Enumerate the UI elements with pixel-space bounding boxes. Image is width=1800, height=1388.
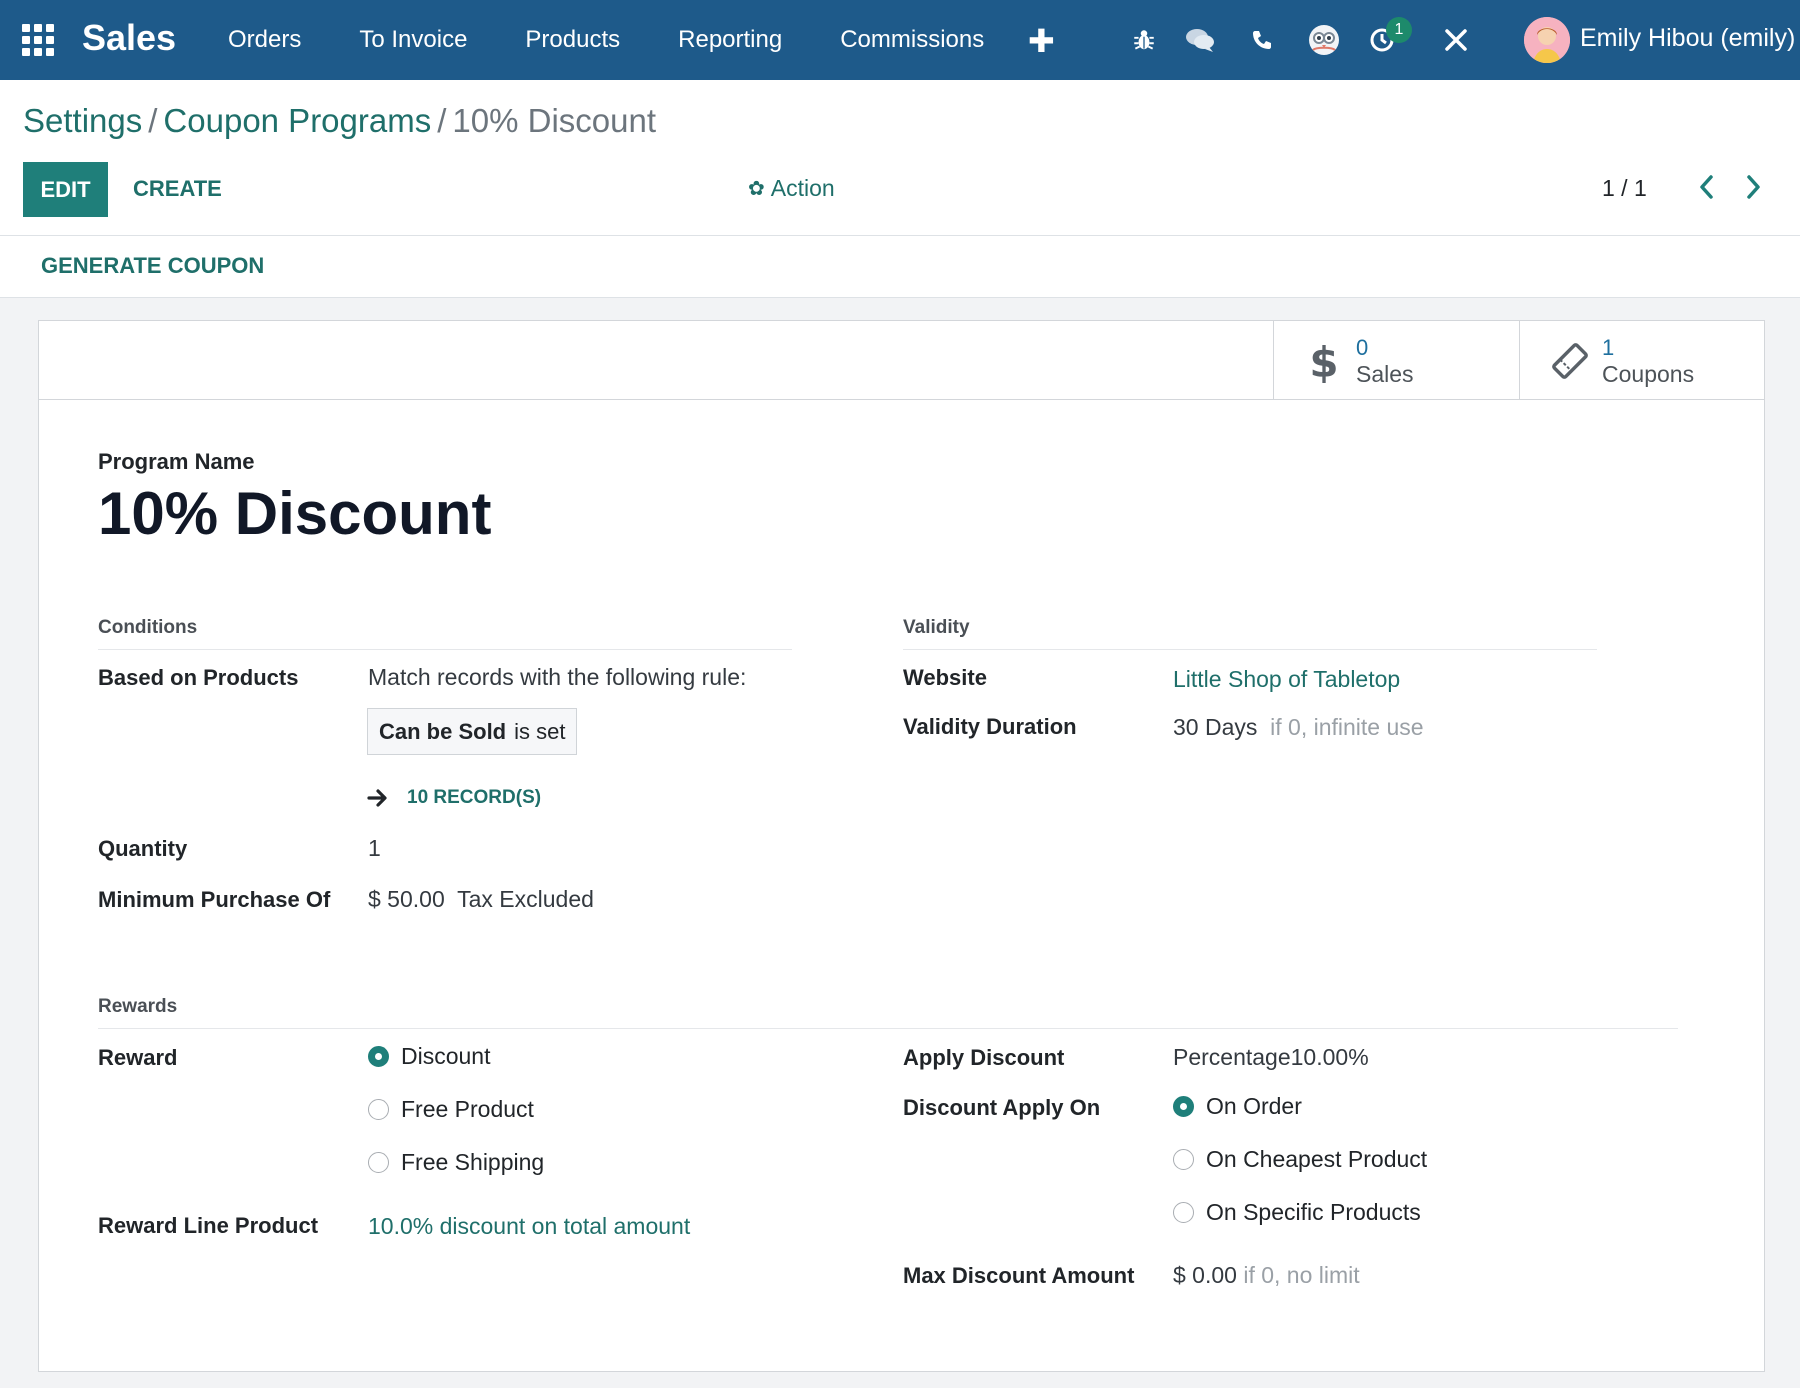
max-discount-amount-value: $ 0.00 if 0, no limit <box>1173 1262 1360 1289</box>
user-avatar[interactable] <box>1524 17 1570 63</box>
quantity-label: Quantity <box>98 836 188 861</box>
apply-discount-label: Apply Discount <box>903 1045 1065 1070</box>
smart-button-box: $ 0 Sales 1 Coupons <box>39 321 1764 400</box>
create-button[interactable]: CREATE <box>133 176 222 202</box>
reward-line-product-label: Reward Line Product <box>98 1213 319 1238</box>
reward-option-free-product[interactable]: Free Product <box>368 1096 534 1123</box>
validity-duration-days: 30 Days <box>1173 714 1258 740</box>
validity-duration-value: 30 Days if 0, infinite use <box>1173 714 1424 741</box>
arrow-right-icon <box>367 789 387 807</box>
breadcrumb-coupon-programs[interactable]: Coupon Programs <box>163 102 431 139</box>
discount-apply-on-label: Discount Apply On <box>903 1095 1101 1120</box>
domain-rule-operator: is set <box>514 718 566 744</box>
coupons-count: 1 <box>1602 335 1615 360</box>
coupons-stat-button[interactable]: 1 Coupons <box>1519 321 1766 400</box>
reward-option-free-shipping[interactable]: Free Shipping <box>368 1149 544 1176</box>
minimum-purchase-label: Minimum Purchase Of <box>98 887 331 912</box>
action-dropdown[interactable]: ✿ Action <box>748 175 835 202</box>
edit-button[interactable]: EDIT <box>23 162 108 217</box>
owl-icon[interactable] <box>1306 22 1342 58</box>
main-menu: Orders To Invoice Products Reporting Com… <box>228 0 1042 80</box>
pager-value[interactable]: 1 / 1 <box>1602 175 1647 202</box>
max-discount-hint: if 0, no limit <box>1243 1262 1360 1288</box>
validity-duration-label: Validity Duration <box>903 714 1077 739</box>
minimum-purchase-amount: $ 50.00 <box>368 886 445 912</box>
coupons-label: Coupons <box>1602 361 1695 387</box>
quantity-value: 1 <box>368 835 381 861</box>
reward-label: Reward <box>98 1045 178 1070</box>
radio-checked-icon[interactable] <box>1173 1096 1194 1117</box>
tax-mode: Tax Excluded <box>457 886 594 912</box>
control-panel: Settings / Coupon Programs/10% Discount ED… <box>0 80 1800 236</box>
form-sheet: $ 0 Sales 1 Coupons Program Name 10% Dis… <box>38 320 1765 1372</box>
plus-icon[interactable]: ✚ <box>1028 22 1055 60</box>
menu-commissions[interactable]: Commissions <box>840 26 984 54</box>
reward-line-product-link[interactable]: 10.0% discount on total amount <box>368 1213 690 1240</box>
validity-duration-hint: if 0, infinite use <box>1270 714 1424 740</box>
sales-stat-button[interactable]: $ 0 Sales <box>1273 321 1520 400</box>
breadcrumb: Settings / Coupon Programs/10% Discount <box>23 102 656 140</box>
menu-products[interactable]: Products <box>525 26 620 54</box>
max-discount-amount: $ 0.00 <box>1173 1262 1237 1288</box>
reward-option-label: Discount <box>401 1043 491 1069</box>
domain-rule-text: Match records with the following rule: <box>368 664 747 690</box>
reward-option-discount[interactable]: Discount <box>368 1043 490 1070</box>
based-on-products-label: Based on Products <box>98 665 299 690</box>
apply-on-order[interactable]: On Order <box>1173 1093 1302 1120</box>
menu-reporting[interactable]: Reporting <box>678 26 782 54</box>
action-label: Action <box>770 175 835 201</box>
website-label: Website <box>903 665 987 690</box>
validity-group-title: Validity <box>903 617 1597 650</box>
apps-grid-icon[interactable] <box>22 24 54 56</box>
apply-on-cheapest-product[interactable]: On Cheapest Product <box>1173 1146 1427 1173</box>
apply-on-option-label: On Specific Products <box>1206 1199 1421 1225</box>
chat-icon[interactable] <box>1182 22 1218 58</box>
menu-orders[interactable]: Orders <box>228 26 301 54</box>
conditions-group-title: Conditions <box>98 617 792 650</box>
program-name-label: Program Name <box>98 449 255 474</box>
website-link[interactable]: Little Shop of Tabletop <box>1173 666 1400 693</box>
user-name[interactable]: Emily Hibou (emily) <box>1580 24 1795 53</box>
activity-count-badge: 1 <box>1386 17 1412 43</box>
ticket-icon <box>1552 343 1588 379</box>
max-discount-amount-label: Max Discount Amount <box>903 1263 1135 1288</box>
reward-option-label: Free Shipping <box>401 1149 545 1175</box>
apply-on-option-label: On Cheapest Product <box>1206 1146 1428 1172</box>
records-count: 10 RECORD(S) <box>407 787 542 808</box>
app-brand[interactable]: Sales <box>82 17 176 59</box>
svg-text:$: $ <box>1309 339 1338 383</box>
gear-icon: ✿ <box>748 178 765 200</box>
radio-unchecked-icon[interactable] <box>368 1152 389 1173</box>
breadcrumb-current: 10% Discount <box>452 102 657 139</box>
rewards-group-title: Rewards <box>98 996 1678 1029</box>
sales-label: Sales <box>1356 361 1414 387</box>
domain-rule-chip: Can be Sold is set <box>367 708 577 755</box>
phone-icon[interactable] <box>1244 22 1280 58</box>
sales-count: 0 <box>1356 335 1369 360</box>
generate-coupon-button[interactable]: GENERATE COUPON <box>41 253 264 279</box>
apply-on-specific-products[interactable]: On Specific Products <box>1173 1199 1421 1226</box>
dollar-icon: $ <box>1309 339 1338 383</box>
apply-on-option-label: On Order <box>1206 1093 1302 1119</box>
minimum-purchase-value: $ 50.00 Tax Excluded <box>368 886 594 913</box>
reward-option-label: Free Product <box>401 1096 534 1122</box>
chevron-right-icon[interactable] <box>1742 170 1766 204</box>
menu-to-invoice[interactable]: To Invoice <box>359 26 467 54</box>
bug-icon[interactable] <box>1126 22 1162 58</box>
radio-unchecked-icon[interactable] <box>368 1099 389 1120</box>
radio-unchecked-icon[interactable] <box>1173 1149 1194 1170</box>
apply-discount-value: Percentage10.00% <box>1173 1044 1369 1070</box>
program-name-value: 10% Discount <box>98 480 492 547</box>
form-statusbar: GENERATE COUPON <box>0 236 1800 298</box>
breadcrumb-settings[interactable]: Settings <box>23 102 142 139</box>
chevron-left-icon[interactable] <box>1694 170 1718 204</box>
radio-unchecked-icon[interactable] <box>1173 1202 1194 1223</box>
breadcrumb-separator: / <box>148 102 158 139</box>
top-navbar: Sales Orders To Invoice Products Reporti… <box>0 0 1800 80</box>
breadcrumb-separator: / <box>437 102 447 139</box>
radio-checked-icon[interactable] <box>368 1046 389 1067</box>
tools-icon[interactable] <box>1438 22 1474 58</box>
records-link[interactable]: 10 RECORD(S) <box>367 787 541 809</box>
domain-rule-field: Can be Sold <box>379 718 507 744</box>
